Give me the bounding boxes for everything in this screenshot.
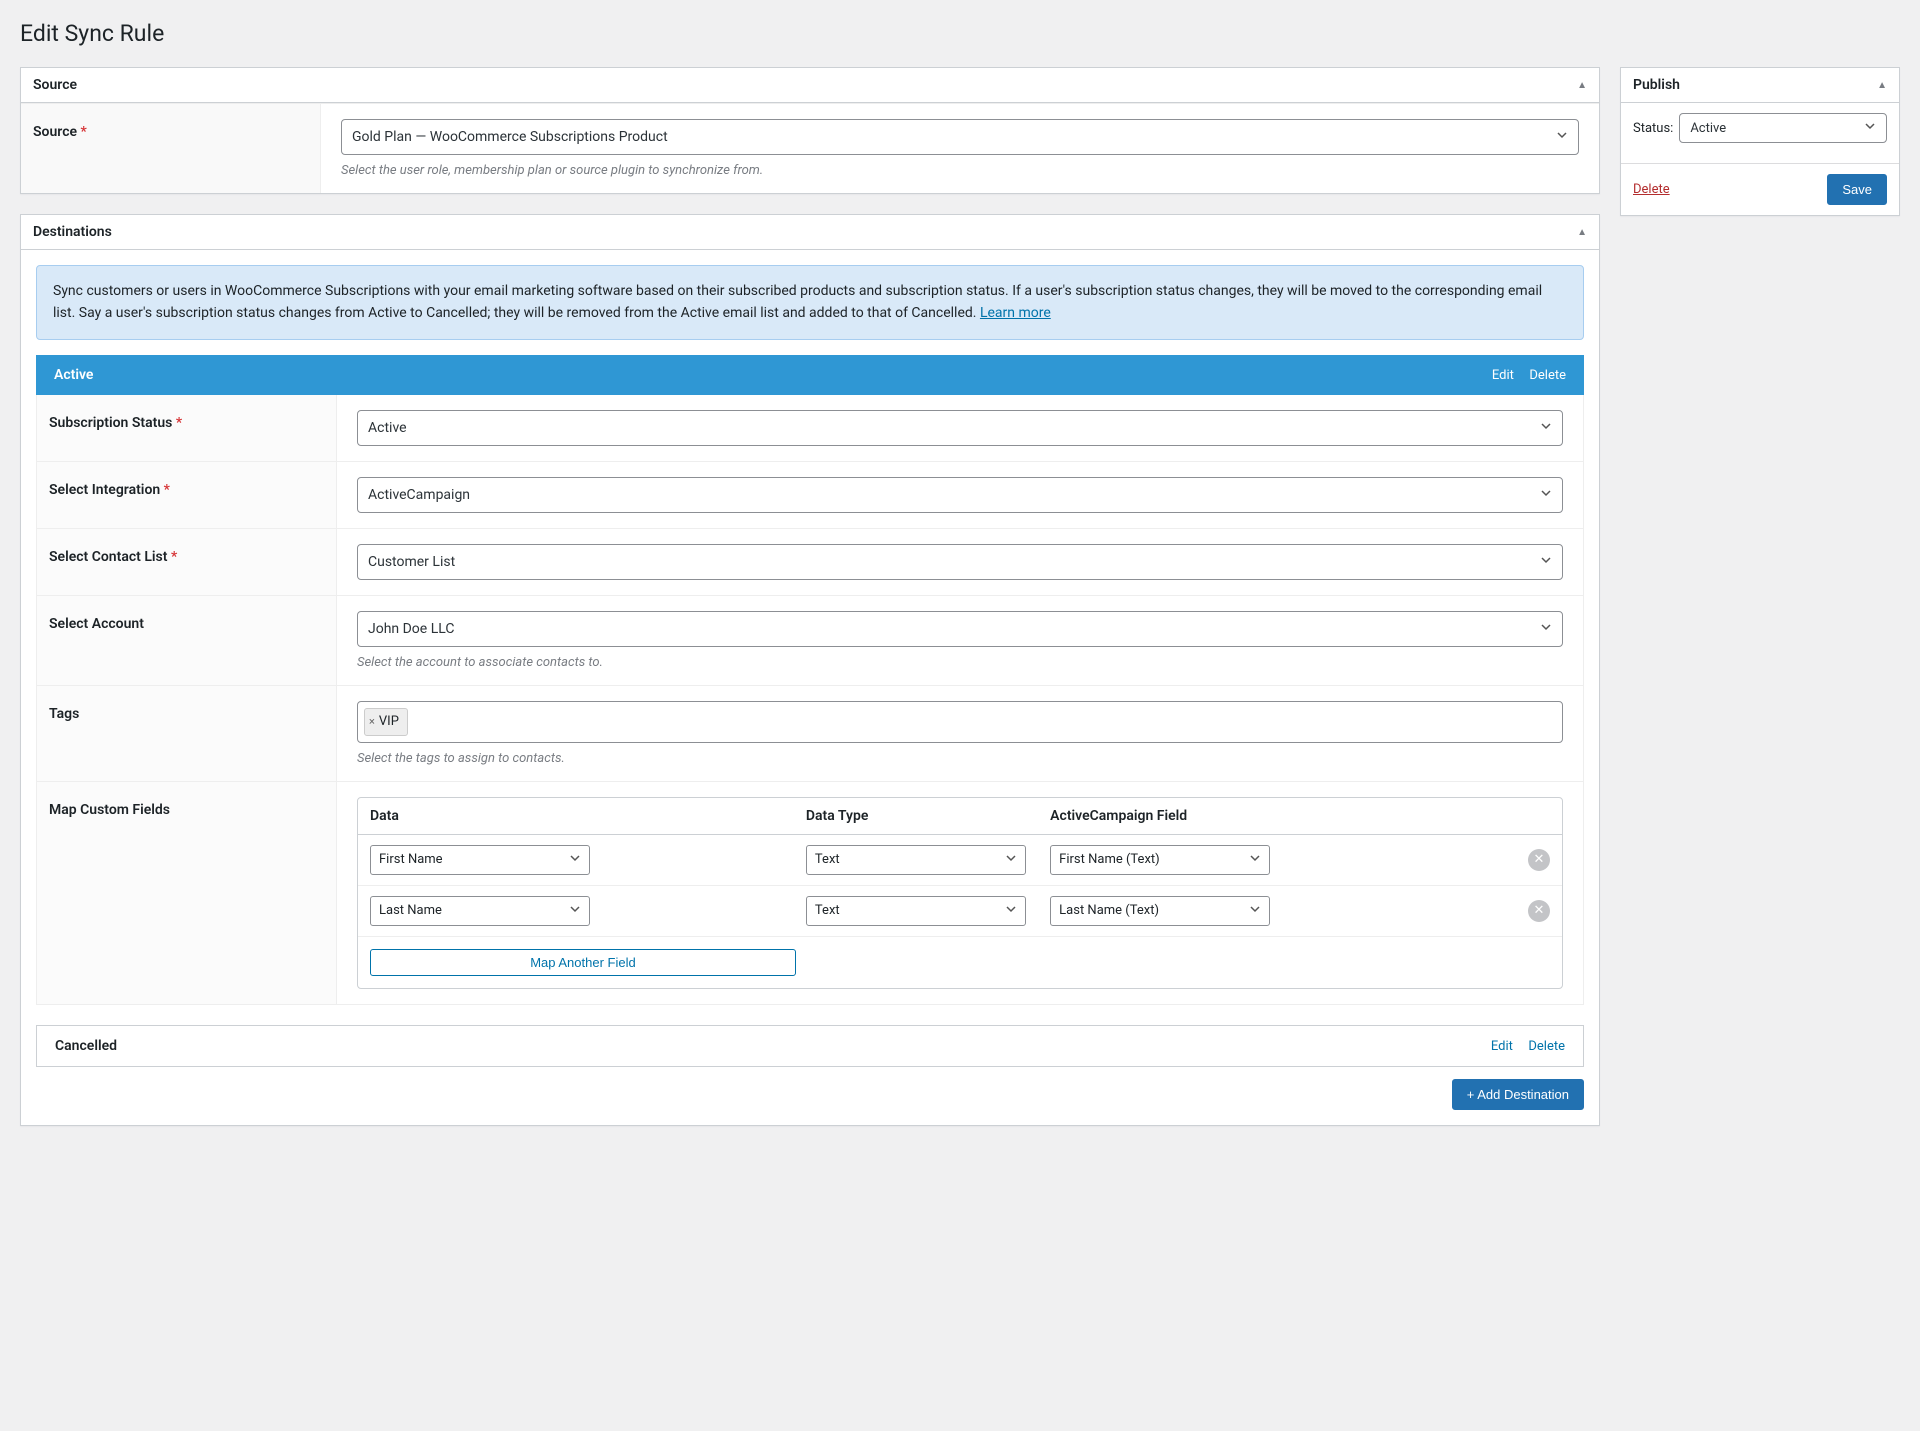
cf-field-select[interactable]: Last Name (Text)	[1050, 896, 1270, 926]
chevron-down-icon	[1540, 487, 1552, 503]
contact-list-label: Select Contact List *	[37, 529, 337, 595]
destination-edit-link[interactable]: Edit	[1491, 1039, 1513, 1054]
map-custom-fields-label: Map Custom Fields	[37, 782, 337, 1004]
destinations-info: Sync customers or users in WooCommerce S…	[36, 265, 1584, 340]
integration-label: Select Integration *	[37, 462, 337, 528]
chevron-down-icon	[569, 903, 581, 919]
tag-label: VIP	[379, 714, 399, 729]
required-mark: *	[171, 549, 177, 565]
label-text: Select Integration	[49, 482, 160, 498]
chevron-down-icon	[1540, 554, 1552, 570]
select-value: First Name	[379, 852, 443, 867]
destination-edit-link[interactable]: Edit	[1492, 368, 1514, 383]
publish-heading: Publish	[1633, 77, 1680, 93]
label-text: Subscription Status	[49, 415, 172, 431]
delete-link[interactable]: Delete	[1633, 182, 1670, 197]
source-metabox: Source ▲ Source * Gold Plan — WooCommerc…	[20, 67, 1600, 194]
select-value: Active	[368, 420, 407, 436]
chevron-down-icon	[1556, 129, 1568, 145]
contact-list-select[interactable]: Customer List	[357, 544, 1563, 580]
destinations-metabox: Destinations ▲ Sync customers or users i…	[20, 214, 1600, 1126]
destination-delete-link[interactable]: Delete	[1528, 1039, 1565, 1054]
source-select[interactable]: Gold Plan — WooCommerce Subscriptions Pr…	[341, 119, 1579, 155]
tags-input[interactable]: × VIP	[357, 701, 1563, 743]
map-another-field-button[interactable]: Map Another Field	[370, 949, 796, 976]
source-select-value: Gold Plan — WooCommerce Subscriptions Pr…	[352, 129, 668, 145]
account-label: Select Account	[37, 596, 337, 685]
chevron-down-icon	[1540, 420, 1552, 436]
select-value: Active	[1690, 121, 1726, 136]
chevron-down-icon	[1005, 852, 1017, 868]
select-value: Text	[815, 852, 840, 867]
cf-type-select[interactable]: Text	[806, 845, 1026, 875]
chevron-down-icon	[1864, 120, 1876, 136]
publish-status-label: Status:	[1633, 121, 1673, 136]
custom-field-row: Last Name Text Last Name (	[358, 886, 1562, 937]
destinations-info-text: Sync customers or users in WooCommerce S…	[53, 283, 1542, 321]
source-label-text: Source	[33, 124, 77, 140]
source-label: Source *	[21, 104, 321, 193]
toggle-icon[interactable]: ▲	[1577, 80, 1587, 91]
destination-cancelled-header[interactable]: Cancelled Edit Delete	[36, 1025, 1584, 1067]
toggle-icon[interactable]: ▲	[1577, 227, 1587, 238]
destination-delete-link[interactable]: Delete	[1529, 368, 1566, 383]
page-title: Edit Sync Rule	[20, 20, 1900, 47]
chevron-down-icon	[1249, 903, 1261, 919]
remove-row-icon[interactable]: ✕	[1528, 900, 1550, 922]
cf-data-select[interactable]: First Name	[370, 845, 590, 875]
chevron-down-icon	[1005, 903, 1017, 919]
custom-field-row: First Name Text First Name	[358, 835, 1562, 886]
account-help-text: Select the account to associate contacts…	[357, 655, 1563, 670]
select-value: First Name (Text)	[1059, 852, 1160, 867]
cf-data-select[interactable]: Last Name	[370, 896, 590, 926]
toggle-icon[interactable]: ▲	[1877, 80, 1887, 91]
source-heading: Source	[33, 77, 77, 93]
select-value: John Doe LLC	[368, 621, 454, 637]
account-select[interactable]: John Doe LLC	[357, 611, 1563, 647]
destination-cancelled-title: Cancelled	[55, 1038, 117, 1054]
tag-chip: × VIP	[364, 708, 408, 736]
cf-type-select[interactable]: Text	[806, 896, 1026, 926]
publish-metabox: Publish ▲ Status: Active Delete Save	[1620, 67, 1900, 216]
select-value: Last Name (Text)	[1059, 903, 1159, 918]
remove-tag-icon[interactable]: ×	[369, 715, 375, 728]
save-button[interactable]: Save	[1827, 174, 1887, 205]
label-text: Select Contact List	[49, 549, 167, 565]
chevron-down-icon	[569, 852, 581, 868]
required-mark: *	[164, 482, 170, 498]
cf-header-data: Data	[370, 808, 796, 824]
destination-active-title: Active	[54, 367, 93, 383]
select-value: Text	[815, 903, 840, 918]
subscription-status-select[interactable]: Active	[357, 410, 1563, 446]
select-value: Customer List	[368, 554, 455, 570]
source-help-text: Select the user role, membership plan or…	[341, 163, 1579, 178]
chevron-down-icon	[1540, 621, 1552, 637]
tags-help-text: Select the tags to assign to contacts.	[357, 751, 1563, 766]
required-mark: *	[176, 415, 182, 431]
tags-label: Tags	[37, 686, 337, 781]
select-value: ActiveCampaign	[368, 487, 470, 503]
learn-more-link[interactable]: Learn more	[980, 305, 1051, 321]
add-destination-button[interactable]: + Add Destination	[1452, 1079, 1584, 1110]
destination-active-header: Active Edit Delete	[36, 355, 1584, 395]
remove-row-icon[interactable]: ✕	[1528, 849, 1550, 871]
publish-status-select[interactable]: Active	[1679, 113, 1887, 143]
chevron-down-icon	[1249, 852, 1261, 868]
select-value: Last Name	[379, 903, 442, 918]
custom-fields-table: Data Data Type ActiveCampaign Field Firs…	[357, 797, 1563, 989]
destinations-heading: Destinations	[33, 224, 112, 240]
subscription-status-label: Subscription Status *	[37, 395, 337, 461]
integration-select[interactable]: ActiveCampaign	[357, 477, 1563, 513]
cf-header-type: Data Type	[806, 808, 1040, 824]
cf-header-field: ActiveCampaign Field	[1050, 808, 1433, 824]
cf-field-select[interactable]: First Name (Text)	[1050, 845, 1270, 875]
required-mark: *	[81, 124, 87, 140]
